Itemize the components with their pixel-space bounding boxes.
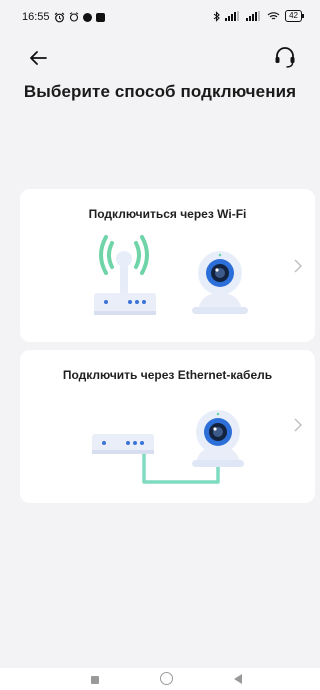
alarm-icon <box>54 12 64 22</box>
status-right: 42 <box>213 10 304 22</box>
status-left: 16:55 <box>22 11 105 23</box>
status-time: 16:55 <box>22 11 50 23</box>
ethernet-router-camera-illustration <box>92 410 244 484</box>
message-icon <box>82 12 92 22</box>
wifi-connection-option[interactable]: Подключиться через Wi-Fi <box>20 189 315 342</box>
status-bar: 16:55 42 <box>0 0 320 34</box>
app-notification-icon <box>95 12 105 22</box>
signal-icon-2 <box>246 11 261 21</box>
home-button[interactable] <box>160 672 173 685</box>
chevron-right-icon <box>294 418 302 432</box>
ethernet-connection-option[interactable]: Подключить через Ethernet-кабель <box>20 350 315 503</box>
signal-icon-1 <box>225 11 240 21</box>
wifi-router-camera-illustration <box>94 235 248 315</box>
system-nav-bar <box>0 668 320 690</box>
headset-support-icon[interactable] <box>272 44 298 70</box>
top-nav <box>0 40 320 76</box>
alarm-icon-2 <box>69 12 78 22</box>
chevron-right-icon <box>294 259 302 273</box>
recent-apps-button[interactable] <box>91 676 99 684</box>
battery-indicator: 42 <box>285 10 304 22</box>
back-arrow-icon[interactable] <box>26 46 50 70</box>
wifi-status-icon <box>267 12 280 20</box>
bluetooth-icon <box>213 10 220 22</box>
page-title: Выберите способ подключения <box>23 82 297 101</box>
back-button[interactable] <box>234 674 242 684</box>
